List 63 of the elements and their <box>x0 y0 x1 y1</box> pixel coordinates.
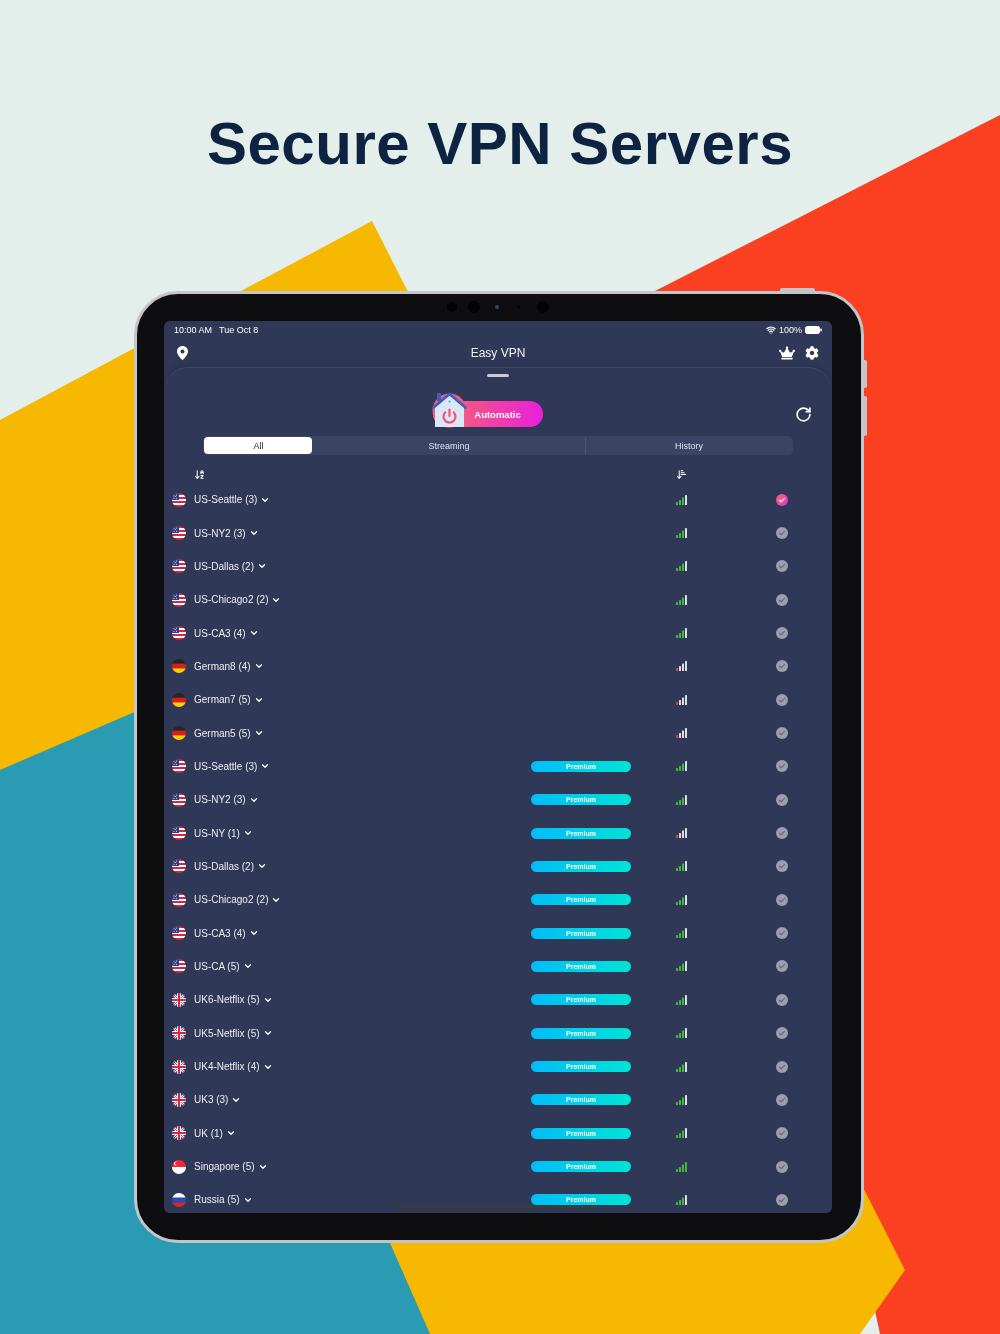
server-name: German8 (4) <box>194 660 251 672</box>
check-circle-icon[interactable] <box>776 527 788 539</box>
server-name: US-CA (5) <box>194 961 240 972</box>
server-name: US-Seattle (3) <box>194 760 258 772</box>
check-circle-icon[interactable] <box>776 660 788 673</box>
tab[interactable]: All <box>204 437 312 454</box>
check-circle-icon[interactable] <box>776 560 788 573</box>
server-name: US-NY (1) <box>194 827 240 839</box>
server-name: German7 (5) <box>194 694 251 706</box>
server-name: US-NY2 (3) <box>194 527 246 539</box>
server-name: US-Dallas (2) <box>194 860 254 872</box>
app-title: Easy VPN <box>470 346 526 360</box>
check-circle-icon[interactable] <box>776 493 788 506</box>
tab[interactable]: History <box>585 437 792 454</box>
battery-percent: 100% <box>778 325 802 335</box>
check-circle-icon[interactable] <box>776 1060 788 1073</box>
server-name: US-Seattle (3) <box>194 494 258 506</box>
check-circle-icon[interactable] <box>776 993 788 1006</box>
check-circle-icon[interactable] <box>776 1193 788 1206</box>
server-name: UK4-Netflix (4) <box>194 1061 260 1072</box>
settings-icon[interactable] <box>805 346 819 360</box>
check-circle-icon[interactable] <box>776 893 788 906</box>
crown-icon[interactable] <box>779 345 795 361</box>
check-circle-icon[interactable] <box>776 760 788 773</box>
battery-icon <box>805 326 822 334</box>
check-circle-icon[interactable] <box>776 827 788 840</box>
status-time: 10:00 AM <box>174 325 213 335</box>
server-name: Singapore (5) <box>194 1161 255 1173</box>
check-circle-icon[interactable] <box>776 1160 788 1173</box>
check-circle-icon[interactable] <box>776 693 788 706</box>
headline: Secure VPN Servers <box>207 110 793 177</box>
check-circle-icon[interactable] <box>776 727 788 740</box>
sort-alphabetical-icon[interactable] <box>194 468 205 480</box>
tab[interactable]: Streaming <box>312 437 585 454</box>
check-circle-icon[interactable] <box>776 627 788 640</box>
server-name: US-Chicago2 (2) <box>194 594 269 606</box>
sort-descending-icon[interactable] <box>676 468 687 480</box>
server-name: US-Dallas (2) <box>194 560 254 572</box>
check-circle-icon[interactable] <box>776 860 788 873</box>
server-name: German5 (5) <box>194 727 251 739</box>
server-name: US-NY2 (3) <box>194 794 246 806</box>
server-name: UK3 (3) <box>194 1094 229 1106</box>
server-name: US-CA3 (4) <box>194 627 246 639</box>
house-power-icon[interactable] <box>432 392 468 428</box>
check-circle-icon[interactable] <box>776 593 788 606</box>
server-name: US-Chicago2 (2) <box>194 894 269 906</box>
chevron-down-icon[interactable] <box>248 528 259 538</box>
sheet-handle[interactable] <box>487 374 509 377</box>
server-name: Russia (5) <box>194 1194 240 1206</box>
check-circle-icon[interactable] <box>776 793 788 806</box>
check-circle-icon[interactable] <box>776 960 788 973</box>
server-name: US-CA3 (4) <box>194 927 246 939</box>
wifi-icon <box>765 325 776 335</box>
status-date: Tue Oct 8 <box>219 325 259 335</box>
check-circle-icon[interactable] <box>776 1093 788 1106</box>
refresh-icon[interactable] <box>795 405 812 423</box>
check-circle-icon[interactable] <box>776 1027 788 1040</box>
check-circle-icon[interactable] <box>776 927 788 940</box>
server-name: UK (1) <box>194 1127 223 1139</box>
server-name: UK6-Netflix (5) <box>194 994 260 1006</box>
location-pin-icon[interactable] <box>177 346 188 360</box>
check-circle-icon[interactable] <box>776 1127 788 1140</box>
server-name: UK5-Netflix (5) <box>194 1027 260 1039</box>
